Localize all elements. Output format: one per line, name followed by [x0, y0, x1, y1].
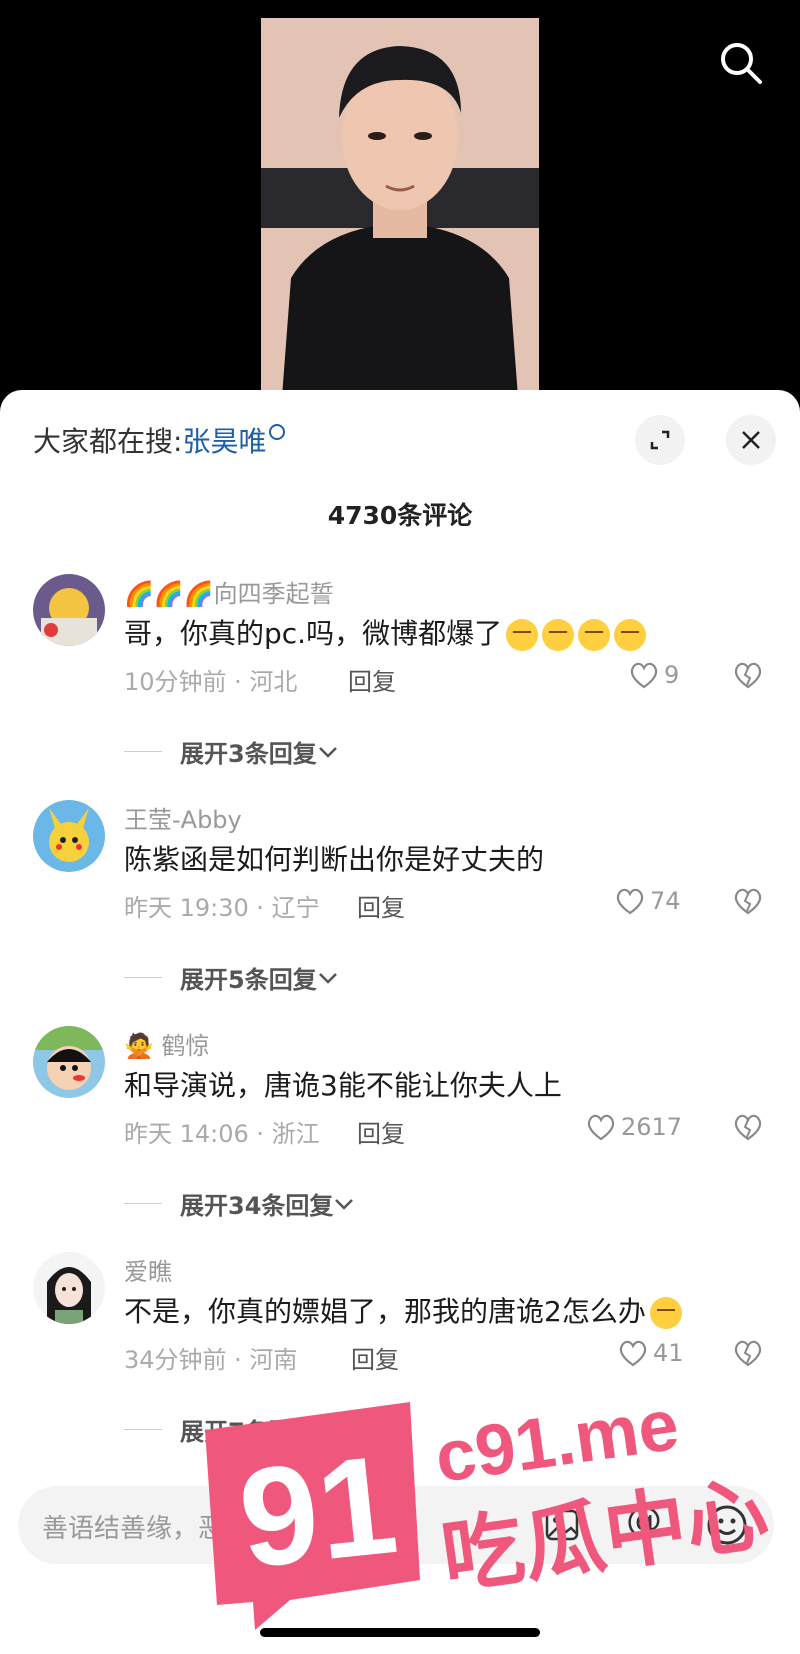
reply-button[interactable]: 回复 [357, 1114, 405, 1149]
divider [124, 1203, 162, 1204]
search-button[interactable] [716, 38, 766, 88]
like-count: 2617 [621, 1113, 683, 1141]
close-icon [742, 431, 760, 449]
comment-count: 4730条评论 [327, 501, 473, 530]
comment-text: 和导演说，唐诡3能不能让你夫人上 [124, 1069, 562, 1102]
watermark-number: 91 [232, 1425, 403, 1597]
expand-panel-button[interactable] [635, 415, 685, 465]
like-count: 41 [653, 1339, 684, 1367]
heart-icon [630, 662, 658, 689]
dislike-button[interactable] [732, 1112, 764, 1146]
reply-button[interactable]: 回复 [357, 888, 405, 923]
heart-icon [619, 1340, 647, 1367]
smirk-emoji-icon [614, 619, 647, 651]
like-count: 9 [664, 661, 680, 689]
comment-text-body: 不是，你真的嫖娼了，那我的唐诡2怎么办 [124, 1295, 646, 1328]
dislike-button[interactable] [732, 886, 764, 920]
comment-time-location: 10分钟前 · 河北 [124, 668, 298, 696]
comment-time-location: 昨天 19:30 · 辽宁 [124, 894, 320, 922]
dislike-button[interactable] [732, 660, 764, 694]
pleading-emoji-icon [649, 1297, 682, 1329]
chevron-down-icon [318, 746, 337, 758]
comment-item: 🌈🌈🌈向四季起誓 哥，你真的pc.吗，微博都爆了 10分钟前 · 河北 回复 9… [0, 574, 800, 768]
hot-search-icon [269, 424, 286, 440]
broken-heart-icon [734, 662, 762, 689]
like-button[interactable]: 9 [628, 660, 679, 690]
comment-text: 不是，你真的嫖娼了，那我的唐诡2怎么办 [124, 1290, 682, 1330]
broken-heart-icon [734, 888, 762, 915]
close-panel-button[interactable] [726, 415, 776, 465]
hot-search-prefix: 大家都在搜: [33, 425, 183, 458]
like-button[interactable]: 74 [614, 886, 681, 916]
avatar[interactable] [33, 1252, 105, 1324]
comment-text: 哥，你真的pc.吗，微博都爆了 [124, 612, 647, 652]
hot-search-banner[interactable]: 大家都在搜:张昊唯 [33, 420, 286, 460]
comment-username[interactable]: 🌈🌈🌈向四季起誓 [124, 574, 334, 609]
like-button[interactable]: 41 [617, 1338, 684, 1368]
hot-search-keyword[interactable]: 张昊唯 [182, 425, 266, 458]
smirk-emoji-icon [542, 619, 575, 651]
avatar[interactable] [33, 800, 105, 872]
reply-button[interactable]: 回复 [351, 1340, 399, 1375]
dislike-button[interactable] [732, 1338, 764, 1372]
comment-item: 🙅 鹤惊 和导演说，唐诡3能不能让你夫人上 昨天 14:06 · 浙江 回复 2… [0, 1026, 800, 1220]
watermark: 91 c91.me 吃瓜中心 [195, 1385, 785, 1640]
chevron-down-icon [335, 1198, 354, 1210]
divider [124, 977, 162, 978]
smirk-emoji-icon [506, 619, 539, 651]
broken-heart-icon [734, 1340, 762, 1367]
comment-time-location: 34分钟前 · 河南 [124, 1346, 298, 1374]
avatar[interactable] [33, 574, 105, 646]
expand-replies[interactable]: 展开3条回复 [124, 734, 339, 769]
divider [124, 1429, 162, 1430]
comment-username[interactable]: 🙅 鹤惊 [124, 1026, 210, 1061]
broken-heart-icon [734, 1114, 762, 1141]
heart-icon [616, 888, 644, 915]
comment-text: 陈紫函是如何判断出你是好丈夫的 [124, 843, 545, 876]
smirk-emoji-icon [578, 619, 611, 651]
divider [124, 751, 162, 752]
comment-username[interactable]: 王莹-Abby [124, 800, 242, 835]
expand-replies-label: 展开3条回复 [180, 740, 317, 768]
search-icon [721, 43, 762, 84]
comment-username[interactable]: 爱瞧 [124, 1252, 172, 1287]
expand-icon [650, 430, 670, 450]
chevron-down-icon [318, 972, 337, 984]
expand-replies[interactable]: 展开5条回复 [124, 960, 339, 995]
expand-replies[interactable]: 展开34条回复 [124, 1186, 355, 1221]
comment-item: 王莹-Abby 陈紫函是如何判断出你是好丈夫的 昨天 19:30 · 辽宁 回复… [0, 800, 800, 994]
heart-icon [587, 1114, 615, 1141]
reply-button[interactable]: 回复 [348, 662, 396, 697]
like-button[interactable]: 2617 [585, 1112, 682, 1142]
video-thumbnail[interactable] [261, 18, 539, 410]
video-player[interactable] [0, 0, 800, 410]
comment-text-body: 哥，你真的pc.吗，微博都爆了 [124, 617, 503, 650]
expand-replies-label: 展开5条回复 [180, 966, 317, 994]
like-count: 74 [650, 887, 681, 915]
expand-replies-label: 展开34条回复 [180, 1192, 334, 1220]
avatar[interactable] [33, 1026, 105, 1098]
comment-time-location: 昨天 14:06 · 浙江 [124, 1120, 320, 1148]
